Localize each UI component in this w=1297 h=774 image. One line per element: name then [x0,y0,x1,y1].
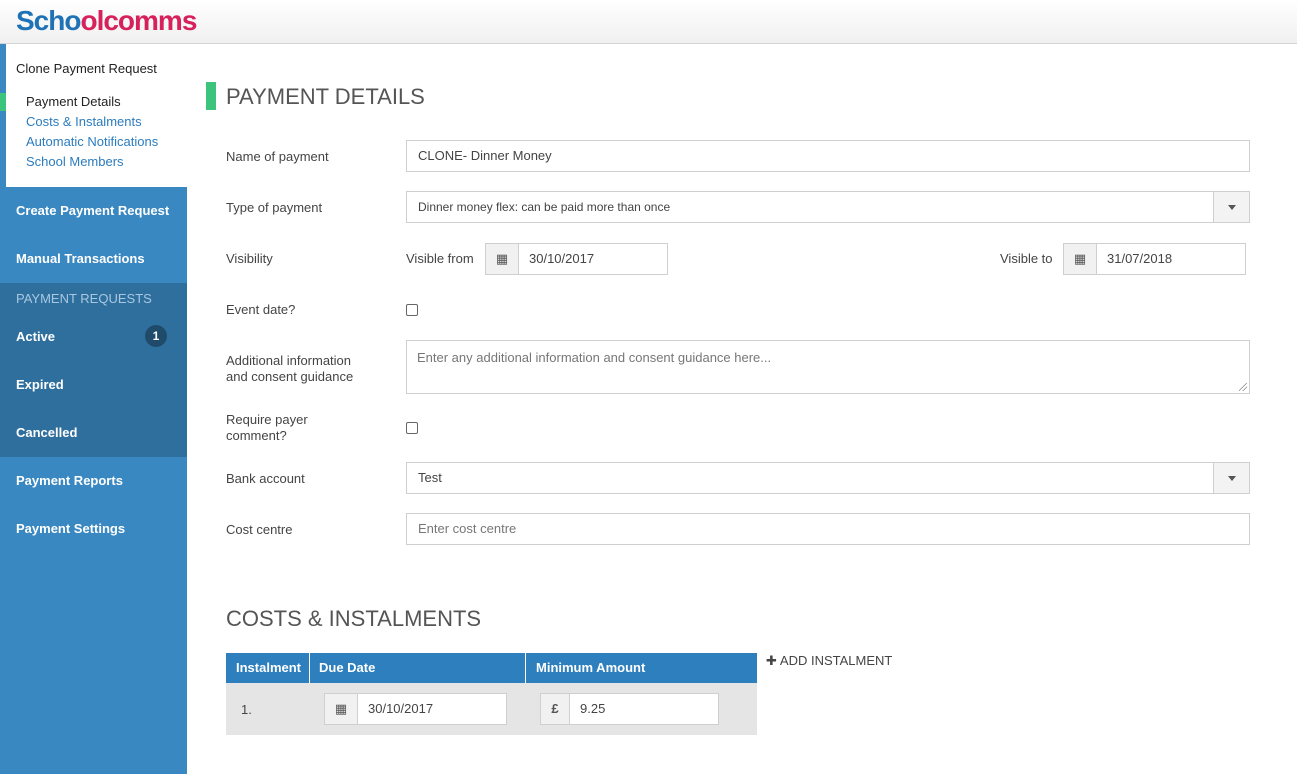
due-date-input[interactable]: 30/10/2017 [357,693,507,725]
costs-instalments-title: COSTS & INSTALMENTS [226,606,482,631]
require-payer-comment-label: Require payer comment? [226,412,308,443]
schoolcomms-logo[interactable]: Schoolcomms [16,4,198,38]
nav-expired[interactable]: Expired [0,361,187,409]
additional-info-label: Additional information and consent guida… [226,353,354,384]
visible-from-label: Visible from [406,251,474,266]
column-header-instalment: Instalment [236,660,302,675]
logo-text-part3: lcomms [96,5,198,36]
event-date-checkbox[interactable] [406,304,418,316]
column-header-minimum-amount: Minimum Amount [536,660,646,675]
currency-addon: £ [540,693,570,725]
subnav-link-costs-instalments[interactable]: Costs & Instalments [26,114,142,129]
bank-account-select[interactable]: Test [406,462,1250,494]
chevron-down-icon[interactable] [1213,192,1249,222]
calendar-icon[interactable]: ▦ [485,243,519,275]
visible-to-input[interactable]: 31/07/2018 [1096,243,1246,275]
active-count-badge: 1 [145,325,167,347]
visible-from-input[interactable]: 30/10/2017 [518,243,668,275]
add-instalment-label: ADD INSTALMENT [779,653,893,668]
calendar-icon[interactable]: ▦ [324,693,358,725]
column-header-due-date: Due Date [319,660,376,675]
instalment-number: 1. [241,702,252,717]
section-accent-bar [206,82,216,110]
visibility-label: Visibility [226,251,273,266]
instalments-table-header: Instalment Due Date Minimum Amount [226,653,757,683]
bank-account-value: Test [418,470,442,485]
minimum-amount-input[interactable]: 9.25 [569,693,719,725]
logo-text-part2: o [80,5,97,36]
name-of-payment-input[interactable]: CLONE- Dinner Money [406,140,1250,172]
logo-text-part1: Scho [16,5,81,36]
plus-icon: ✚ [766,653,777,668]
cost-centre-input[interactable]: Enter cost centre [406,513,1250,545]
nav-cancelled[interactable]: Cancelled [0,409,187,457]
nav-heading-payment-requests: PAYMENT REQUESTS [16,291,152,306]
require-payer-comment-checkbox[interactable] [406,422,418,434]
additional-info-textarea[interactable]: Enter any additional information and con… [406,340,1250,394]
additional-info-placeholder: Enter any additional information and con… [417,350,772,365]
subnav-title[interactable]: Clone Payment Request [16,61,157,76]
type-of-payment-value: Dinner money flex: can be paid more than… [418,200,671,214]
name-of-payment-label: Name of payment [226,149,329,164]
subnav-link-payment-details[interactable]: Payment Details [26,94,121,109]
visible-to-label: Visible to [1000,251,1053,266]
sidebar: Clone Payment Request Payment Details Co… [0,44,187,774]
app-header: Schoolcomms [0,0,1297,44]
event-date-label: Event date? [226,302,296,317]
cost-centre-label: Cost centre [226,522,293,537]
nav-payment-reports[interactable]: Payment Reports [0,457,187,505]
bank-account-label: Bank account [226,471,305,486]
chevron-down-icon[interactable] [1213,463,1249,493]
nav-manual-transactions[interactable]: Manual Transactions [0,235,187,283]
payment-details-title: PAYMENT DETAILS [226,84,425,109]
nav-payment-settings[interactable]: Payment Settings [0,505,187,553]
calendar-icon[interactable]: ▦ [1063,243,1097,275]
type-of-payment-label: Type of payment [226,200,323,215]
resize-grip-icon[interactable] [1239,383,1247,391]
add-instalment-button[interactable]: ✚ ADD INSTALMENT [766,653,892,669]
type-of-payment-select[interactable]: Dinner money flex: can be paid more than… [406,191,1250,223]
subnav-link-school-members[interactable]: School Members [26,154,124,169]
subnav-link-automatic-notifications[interactable]: Automatic Notifications [26,134,158,149]
nav-create-payment-request[interactable]: Create Payment Request [0,187,187,235]
